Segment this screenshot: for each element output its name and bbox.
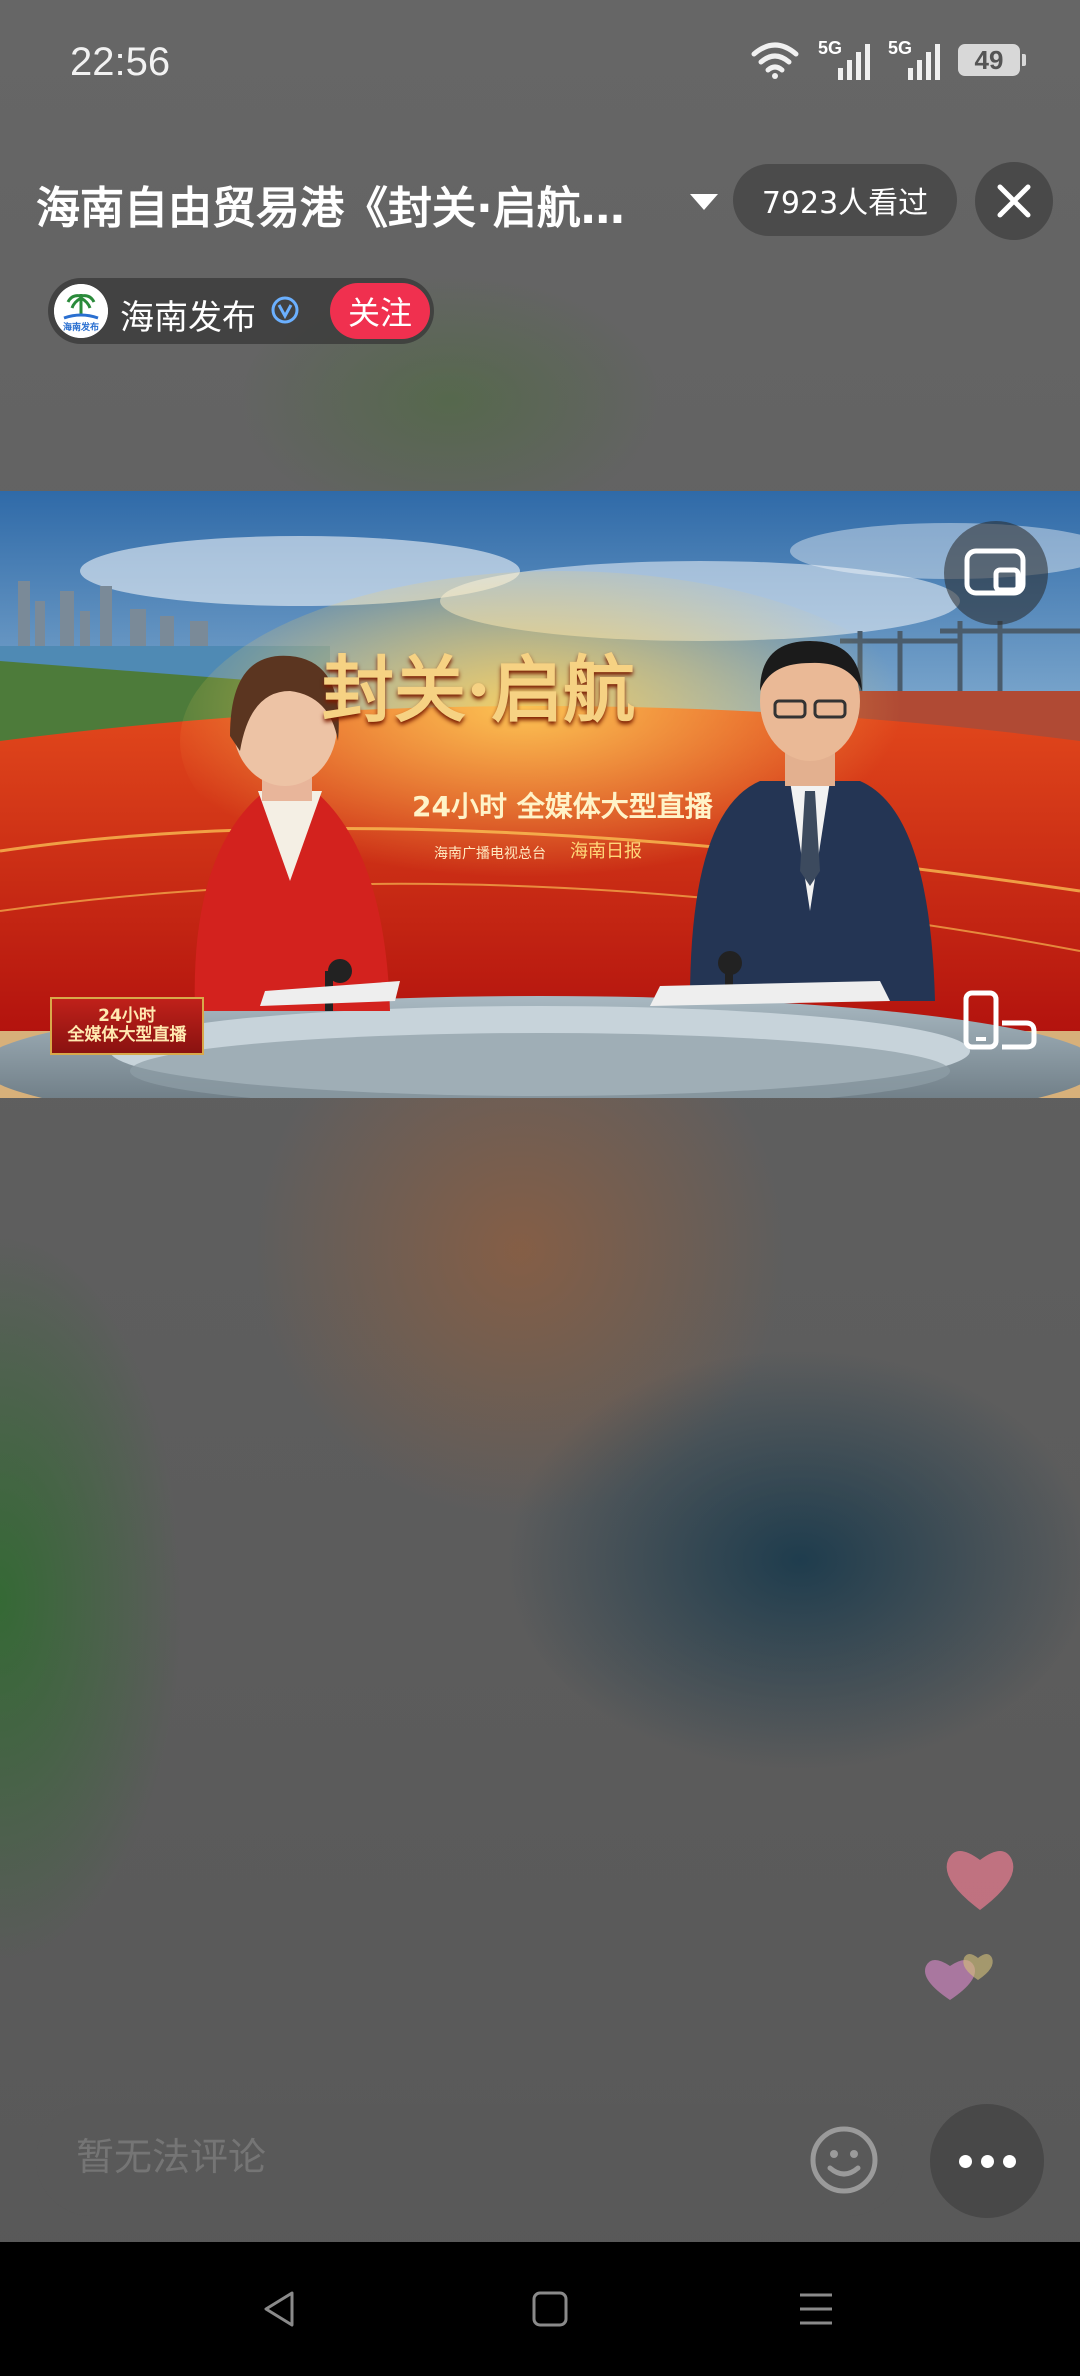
publisher-card[interactable]: 海南发布 海南发布 关注: [48, 278, 434, 344]
battery-icon: 49: [958, 44, 1026, 76]
publisher-name[interactable]: 海南发布: [120, 290, 256, 339]
comment-bar[interactable]: [36, 2104, 904, 2216]
more-icon: [958, 2154, 972, 2168]
video-player[interactable]: 封关·启航 24小时 全媒体大型直播 海南广播电视总台 海南日报 24小时 全媒…: [0, 491, 1080, 1098]
nav-home-button[interactable]: [520, 2279, 580, 2339]
corner-logo-line1: 24小时: [98, 1006, 156, 1027]
nav-back-button[interactable]: [250, 2279, 310, 2339]
like-hearts: [925, 1851, 1014, 2000]
caret-down-icon[interactable]: [690, 194, 718, 210]
status-icons: 5G 5G 49: [750, 38, 1026, 82]
comment-input[interactable]: [74, 2134, 778, 2180]
follow-button[interactable]: 关注: [330, 283, 430, 339]
signal-icon: 5G: [818, 38, 870, 82]
system-nav-bar: [0, 2242, 1080, 2376]
heart-icon: [946, 1851, 1014, 1910]
rotate-screen-icon: [963, 990, 1037, 1050]
wifi-icon: [751, 42, 799, 79]
nav-menu-button[interactable]: [786, 2279, 846, 2339]
avatar[interactable]: 海南发布: [54, 284, 108, 338]
viewer-count[interactable]: 7923人看过: [733, 164, 957, 236]
status-bar: 22:56 5G 5G 49: [0, 0, 1080, 120]
home-icon: [532, 2291, 568, 2327]
corner-logo: 24小时 全媒体大型直播: [50, 997, 204, 1055]
close-button[interactable]: [975, 162, 1053, 240]
menu-icon: [800, 2293, 832, 2325]
picture-in-picture-button[interactable]: [944, 521, 1048, 625]
picture-in-picture-icon: [964, 548, 1026, 596]
banner-title: 封关·启航: [322, 647, 636, 732]
verified-icon: [271, 296, 299, 324]
signal-icon: 5G: [888, 38, 940, 82]
emoji-icon[interactable]: [808, 2124, 880, 2196]
banner-org-2: 海南日报: [570, 841, 642, 862]
live-title[interactable]: 海南自由贸易港《封关·启航…: [36, 172, 625, 236]
more-button[interactable]: [930, 2104, 1044, 2218]
back-icon: [264, 2291, 294, 2327]
rotate-screen-button[interactable]: [960, 981, 1040, 1061]
close-icon: [997, 184, 1031, 218]
status-time: 22:56: [70, 40, 171, 84]
publisher-logo: 海南发布: [54, 284, 108, 338]
corner-logo-line2: 全媒体大型直播: [67, 1025, 187, 1045]
svg-text:海南发布: 海南发布: [63, 321, 99, 333]
banner-subtitle: 24小时 全媒体大型直播: [412, 790, 713, 823]
banner-org-1: 海南广播电视总台: [434, 846, 546, 862]
live-header: 海南自由贸易港《封关·启航… 7923人看过: [0, 158, 1080, 248]
